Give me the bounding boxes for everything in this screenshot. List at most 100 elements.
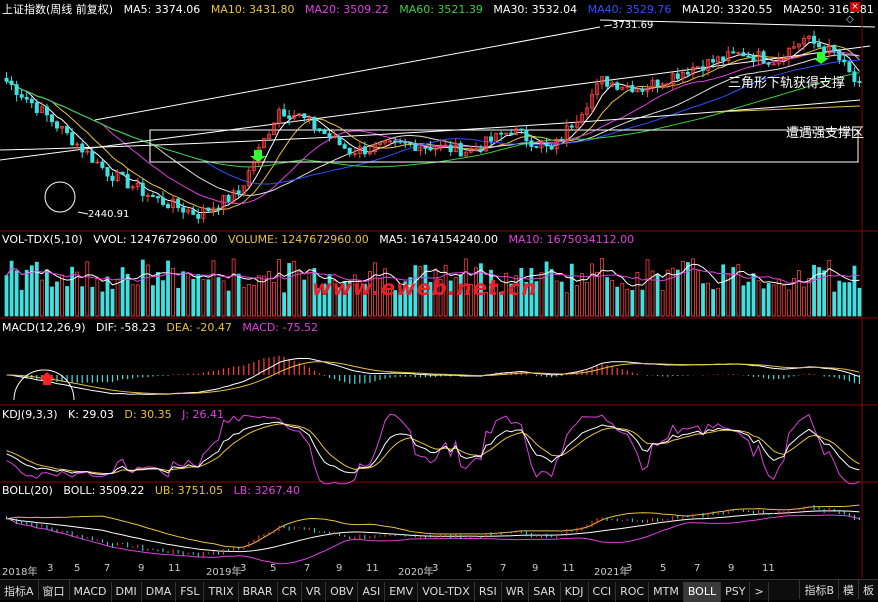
candle-body	[236, 190, 241, 194]
tab-cci[interactable]: CCI	[589, 582, 617, 602]
candle-body	[287, 115, 292, 119]
volume-bar	[19, 289, 24, 317]
candle-body	[322, 130, 327, 134]
volume-bar	[4, 275, 9, 317]
boll-ub-line	[6, 504, 860, 548]
tab-trix[interactable]: TRIX	[204, 582, 239, 602]
tab-brar[interactable]: BRAR	[239, 582, 278, 602]
tab-roc[interactable]: ROC	[616, 582, 650, 602]
volume-bar	[196, 274, 201, 317]
tab-kdj[interactable]: KDJ	[561, 582, 589, 602]
candle-body	[327, 133, 332, 139]
volume-bar	[716, 287, 721, 317]
volume-bar	[85, 261, 90, 317]
tab-wr[interactable]: WR	[502, 582, 530, 602]
volume-bar	[549, 269, 554, 317]
right-tool-1[interactable]: 模	[838, 579, 858, 599]
ma5-label: MA5: 3374.06	[123, 3, 201, 16]
candle-body	[337, 135, 342, 146]
candle-body	[29, 98, 34, 104]
candle-body	[423, 146, 428, 149]
volume-bar	[251, 285, 256, 317]
tab-boll[interactable]: BOLL	[683, 582, 722, 602]
ma10-label: MA10: 3431.80	[210, 3, 295, 16]
macd-dea-line	[6, 361, 860, 395]
volume-bar	[706, 282, 710, 317]
candle-body	[362, 146, 367, 155]
tab-sar[interactable]: SAR	[529, 582, 561, 602]
candle-body	[90, 150, 95, 163]
candle-body	[125, 174, 130, 189]
volume-bar	[65, 286, 69, 317]
candle-body	[837, 50, 842, 61]
tab-rsi[interactable]: RSI	[475, 582, 502, 602]
candle-body	[771, 63, 776, 66]
x-axis-label: 3	[432, 563, 439, 574]
candle-body	[100, 161, 105, 168]
candle-body	[741, 52, 746, 57]
volume-bar	[135, 284, 140, 317]
volume-bar	[590, 263, 594, 317]
annotation-triangle-support: 三角形下轨获得支撑	[728, 76, 846, 91]
tab-asi[interactable]: ASI	[358, 582, 386, 602]
boll-mid-line	[6, 510, 860, 553]
candle-body	[857, 81, 862, 83]
tab--[interactable]: 窗口	[39, 580, 70, 600]
x-axis-label: 7	[304, 563, 311, 574]
volume-bar	[161, 280, 165, 317]
volume-bar	[605, 277, 610, 317]
ma250-label: MA250: 3163.81	[783, 3, 874, 16]
candle-body	[524, 129, 529, 142]
ma120-label: MA120: 3320.55	[681, 3, 773, 16]
ma30-label: MA30: 3532.04	[493, 3, 578, 16]
ma20-label: MA20: 3509.22	[305, 3, 389, 16]
candle-body	[428, 147, 433, 151]
right-toolbar: 指标B 模板	[799, 579, 878, 599]
volume-bar	[221, 280, 226, 317]
candle-body	[155, 196, 160, 199]
volume-bar	[857, 287, 862, 317]
tab--a[interactable]: 指标A	[0, 580, 39, 600]
volume-bar	[807, 278, 811, 317]
candle-body	[4, 77, 9, 82]
tab-vol-tdx[interactable]: VOL-TDX	[418, 582, 475, 602]
tab-dmi[interactable]: DMI	[112, 582, 142, 602]
tab-psy[interactable]: PSY	[721, 582, 751, 602]
candle-body	[393, 140, 398, 143]
volume-bar	[29, 265, 34, 317]
tab-emv[interactable]: EMV	[385, 582, 419, 602]
tab-dma[interactable]: DMA	[142, 582, 177, 602]
candle-body	[166, 204, 171, 209]
trend-line-upper-a	[94, 26, 601, 121]
volume-bar	[630, 290, 635, 317]
candle-body	[701, 66, 706, 71]
tab-macd[interactable]: MACD	[70, 582, 112, 602]
kdj-d-line	[6, 423, 860, 474]
tab-vr[interactable]: VR	[302, 582, 327, 602]
volume-bar	[211, 260, 216, 317]
candle-body	[196, 213, 201, 219]
volume-bar	[559, 281, 564, 317]
right-tool-2[interactable]: 板	[858, 579, 878, 599]
volume-bar	[272, 281, 276, 317]
candle-body	[14, 84, 19, 95]
volume-bar	[756, 280, 761, 317]
boll-boll: BOLL: 3509.22	[63, 484, 145, 497]
volume-bar	[721, 264, 726, 317]
close-icon[interactable]: ×	[850, 2, 860, 12]
ma120-line	[714, 105, 861, 113]
boll-lb: LB: 3267.40	[233, 484, 300, 497]
volume-bar	[216, 277, 221, 317]
boll-ub: UB: 3751.05	[154, 484, 224, 497]
macd-title: MACD(12,26,9)	[2, 321, 86, 334]
right-tool-0[interactable]: 指标B	[799, 579, 838, 599]
diamond-icon[interactable]: ◇	[846, 14, 854, 25]
x-axis: 2018年 3 5 7 9 11 2019年 3 5 7 9 11 2020年 3 5 7 9 11 2021年 3 5…	[0, 563, 878, 578]
tab-cr[interactable]: CR	[278, 582, 302, 602]
tab-obv[interactable]: OBV	[326, 582, 359, 602]
x-axis-label: 11	[366, 563, 379, 574]
tab-more-icon[interactable]: >	[750, 582, 769, 602]
tab-fsl[interactable]: FSL	[176, 582, 205, 602]
tab-mtm[interactable]: MTM	[649, 582, 684, 602]
candle-body	[408, 142, 413, 145]
